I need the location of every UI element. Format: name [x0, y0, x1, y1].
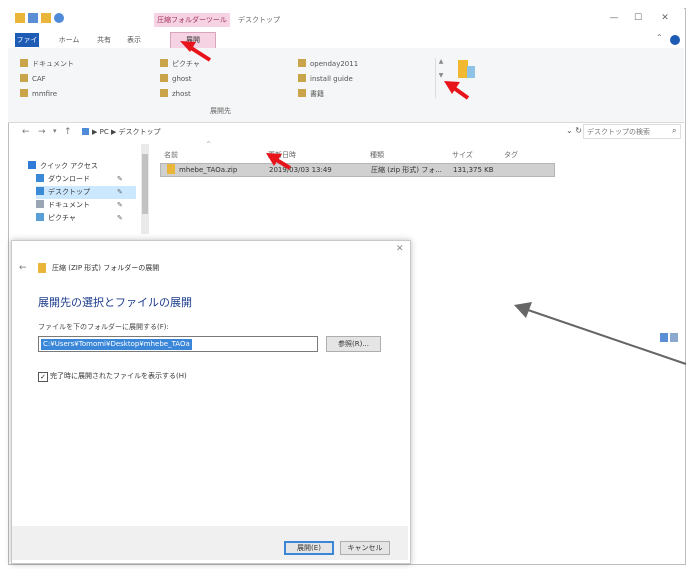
red-arrow-column-header	[266, 153, 292, 170]
red-arrow-extract-all	[444, 81, 470, 100]
gray-arrow-dialog	[514, 302, 687, 365]
annotation-overlay	[180, 41, 687, 365]
red-arrow-extract-tab	[180, 41, 212, 62]
